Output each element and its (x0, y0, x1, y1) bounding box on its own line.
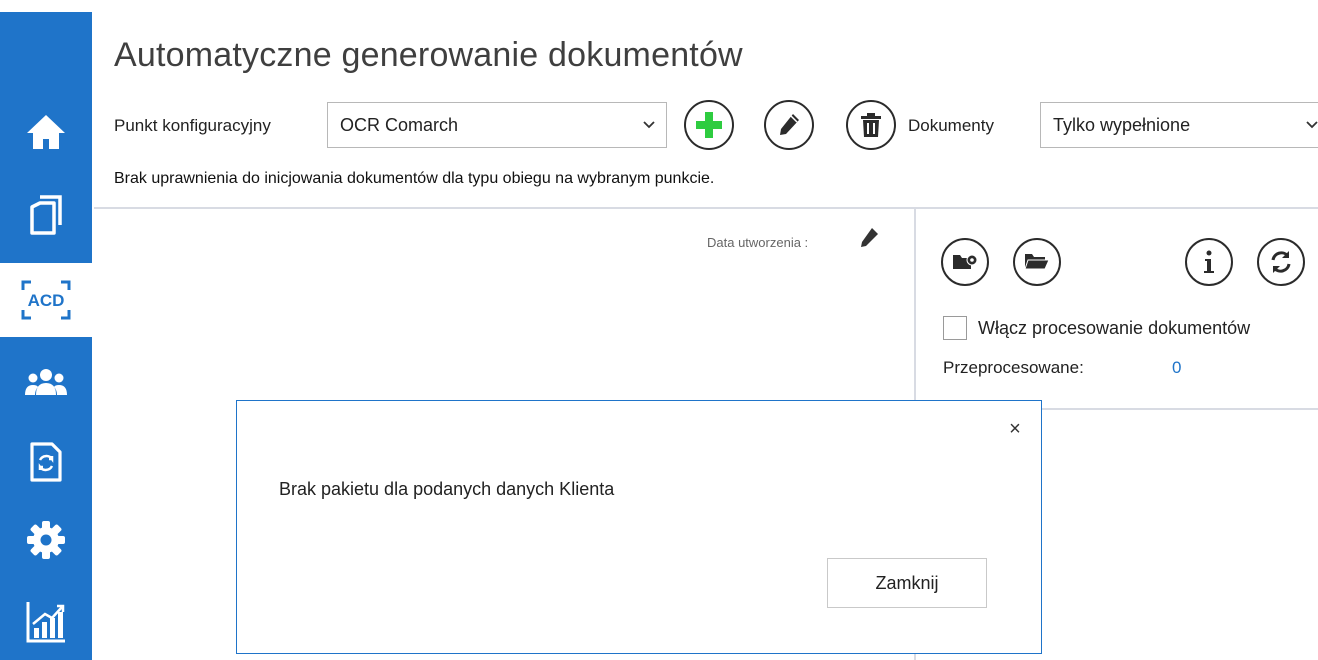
home-icon (27, 115, 65, 149)
folder-icon (1024, 254, 1050, 270)
users-icon (25, 369, 67, 395)
processing-panel (916, 207, 1318, 410)
refresh-icon (1271, 251, 1291, 273)
enable-processing-label: Włącz procesowanie dokumentów (978, 318, 1251, 338)
sidebar-item-settings[interactable] (0, 508, 92, 572)
trash-icon (861, 113, 881, 137)
close-icon[interactable]: × (1005, 419, 1025, 439)
page-title: Automatyczne generowanie dokumentów (114, 36, 743, 74)
permission-warning: Brak uprawnienia do inicjowania dokument… (114, 170, 715, 187)
info-button[interactable] (1185, 238, 1233, 286)
document-sync-icon (30, 442, 62, 482)
chevron-down-icon (1295, 103, 1318, 147)
sidebar-item-reports[interactable] (0, 590, 92, 654)
plus-icon (696, 112, 722, 138)
add-button[interactable] (684, 100, 734, 150)
documents-select[interactable]: Tylko wypełnione (1040, 102, 1318, 148)
pencil-icon (861, 228, 878, 247)
sidebar-item-users[interactable] (0, 350, 92, 414)
folder-settings-button[interactable] (941, 238, 989, 286)
edit-date-button[interactable] (858, 226, 880, 255)
refresh-button[interactable] (1257, 238, 1305, 286)
sidebar-item-documents[interactable] (0, 183, 92, 247)
info-icon (1204, 250, 1214, 273)
edit-button[interactable] (764, 100, 814, 150)
sidebar-item-home[interactable] (0, 100, 92, 164)
date-created-label: Data utworzenia : (707, 235, 809, 250)
pencil-icon (780, 114, 799, 135)
processed-value: 0 (1172, 358, 1182, 377)
message-dialog: × Brak pakietu dla podanych danych Klien… (236, 400, 1042, 654)
close-button[interactable]: Zamknij (827, 558, 987, 608)
processed-label: Przeprocesowane: (943, 358, 1084, 377)
config-point-value: OCR Comarch (340, 114, 459, 135)
documents-value: Tylko wypełnione (1053, 114, 1191, 135)
open-folder-button[interactable] (1013, 238, 1061, 286)
dialog-message: Brak pakietu dla podanych danych Klienta (279, 479, 615, 499)
delete-button[interactable] (846, 100, 896, 150)
acd-icon: ACD (21, 280, 71, 320)
acd-label: ACD (28, 291, 65, 310)
folder-gear-icon (953, 254, 978, 269)
documents-label: Dokumenty (908, 116, 994, 135)
config-point-label: Punkt konfiguracyjny (114, 116, 271, 135)
sidebar-item-acd[interactable]: ACD (0, 263, 92, 337)
documents-icon (30, 195, 62, 235)
gear-icon (27, 521, 65, 559)
config-point-select[interactable]: OCR Comarch (327, 102, 667, 148)
chevron-down-icon (632, 103, 666, 147)
chart-icon (26, 602, 65, 643)
sidebar-item-document-sync[interactable] (0, 430, 92, 494)
sidebar: ACD (0, 0, 94, 660)
enable-processing-checkbox[interactable] (943, 316, 967, 340)
